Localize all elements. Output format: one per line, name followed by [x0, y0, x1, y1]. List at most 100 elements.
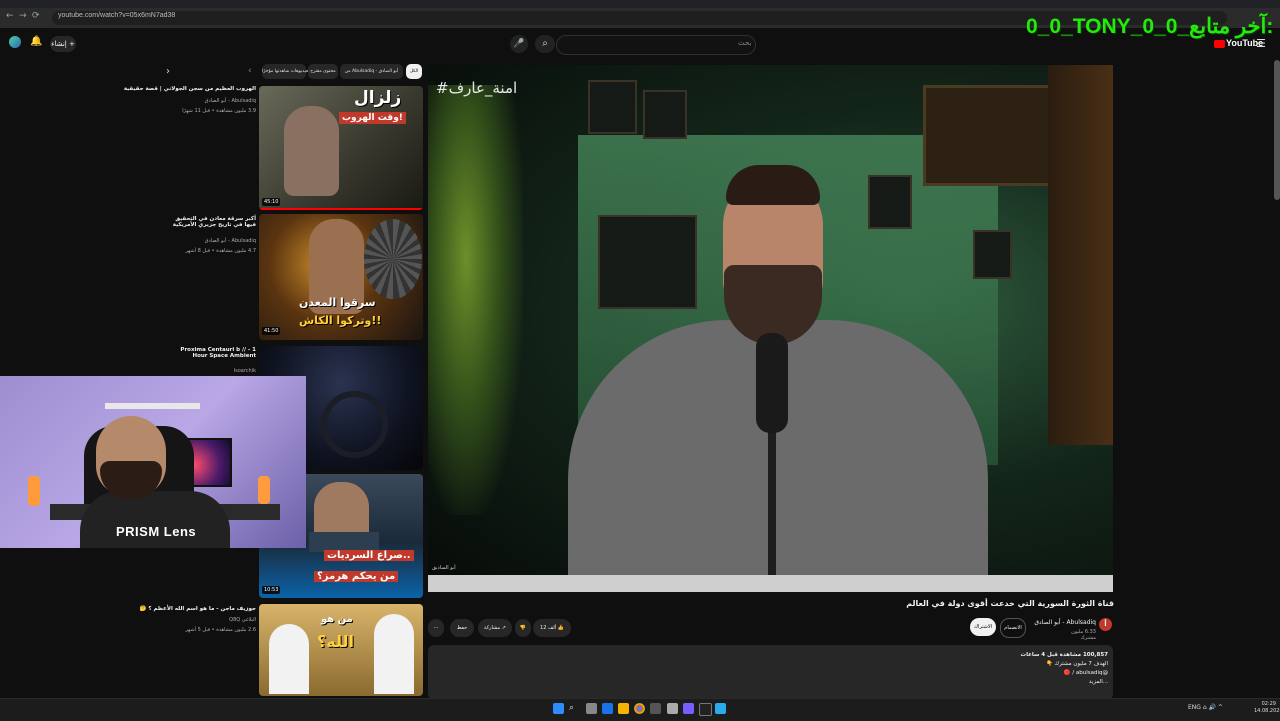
save-label: حفظ: [456, 625, 468, 631]
youtube-logo-icon[interactable]: [1214, 40, 1225, 48]
thumb-person: [374, 614, 414, 694]
back-icon[interactable]: ←: [6, 11, 14, 21]
thumb-portal: [321, 391, 388, 458]
webcam-person-shirt: [80, 491, 230, 548]
related-title[interactable]: Proxima Centauri b // - 1 Hour Space Amb…: [166, 347, 256, 359]
edge-icon[interactable]: [602, 703, 613, 714]
webcam-shelf: [105, 403, 200, 409]
thumb-text: وقت الهروب!: [339, 112, 406, 124]
page-scrollbar[interactable]: [1274, 60, 1280, 200]
clock-time: 02:29: [1261, 701, 1276, 707]
thumbs-down-icon: 👎: [519, 625, 527, 631]
wall-frame: [973, 230, 1012, 279]
thumb-text: من يحكم هرمز؟: [314, 571, 399, 582]
thumb-text: من هو: [321, 614, 353, 625]
wall-frame: [588, 80, 637, 134]
show-more-link[interactable]: ...المزيد: [900, 679, 1108, 685]
join-button[interactable]: الانضمام: [1000, 618, 1026, 638]
related-title[interactable]: جوزيف ماجن - ما هو اسم الله الأعظم ؟ 🤔: [140, 606, 256, 612]
search-button[interactable]: ⌕: [535, 35, 555, 53]
webcam-lamp: [258, 476, 270, 504]
taskbar-clock[interactable]: 02:29 14.08.2026: [1254, 701, 1280, 715]
subscribe-button[interactable]: الاشتراك: [970, 618, 996, 636]
chip-all[interactable]: الكل: [406, 64, 422, 79]
taskbar-app-icon[interactable]: [683, 703, 694, 714]
taskbar-app-icon[interactable]: [699, 703, 712, 716]
taskbar-app-icon[interactable]: [650, 703, 661, 714]
thumb-text: الله؟: [317, 632, 355, 651]
channel-avatar[interactable]: أ: [1099, 618, 1112, 631]
notifications-bell-icon[interactable]: 🔔: [30, 36, 42, 47]
shelf: [1048, 65, 1113, 445]
system-tray[interactable]: ENG ⌂ 🔊 ^: [1188, 704, 1223, 711]
channel-name[interactable]: Abulsadiq - أبو الصادق: [1034, 619, 1096, 626]
video-title: قناة الثورة السورية التي خدعت أقوى دولة …: [906, 599, 1114, 608]
related-channel[interactable]: Isoarchik: [234, 368, 256, 374]
avatar[interactable]: [9, 36, 21, 48]
like-count: 12 ألف: [540, 625, 557, 631]
chip-next-icon[interactable]: ›: [166, 66, 170, 77]
related-meta: 4.7 مليون مشاهدة • قبل 8 أشهر: [185, 248, 256, 254]
thumb-text: وتركوا الكاش!!: [299, 314, 382, 327]
share-label: مشاركة: [484, 625, 501, 631]
webcam-label: PRISM Lens: [116, 524, 197, 539]
mic-stand: [768, 415, 776, 592]
related-meta: 3.9 مليون مشاهدة • قبل 11 شهرًا: [182, 108, 256, 114]
chip-from-channel[interactable]: من Abulsadiq - أبو الصادق: [340, 64, 403, 79]
related-thumbnail[interactable]: زلزال وقت الهروب! 45:10: [259, 86, 423, 210]
search-input[interactable]: [556, 35, 756, 55]
related-channel[interactable]: Abulsadiq - أبو الصادق: [205, 238, 256, 244]
stream-overlay-title: 0_0_TONY_0_0_آخر متابع:: [1026, 15, 1274, 38]
related-channel[interactable]: Abulsadiq - أبو الصادق: [205, 98, 256, 104]
view-count: 100,857 مشاهدة قبل 4 ساعات: [1020, 652, 1108, 658]
webcam-lamp: [28, 476, 40, 506]
duration-badge: 41:50: [262, 327, 281, 335]
telegram-icon[interactable]: [715, 703, 726, 714]
chip-prev-icon[interactable]: ‹: [248, 66, 252, 76]
related-title[interactable]: أكبر سرقة معادن في التحقيق فيها في تاريخ…: [166, 216, 256, 228]
wall-frame: [868, 175, 912, 229]
create-label: إنشاء: [51, 40, 67, 48]
save-button[interactable]: حفظ: [450, 619, 474, 637]
chip-recently-watched[interactable]: فيديوهات شاهدتها مؤخرًا: [262, 64, 308, 79]
plant: [428, 85, 523, 515]
share-button[interactable]: مشاركة ↗: [478, 619, 512, 637]
taskbar-app-icon[interactable]: [667, 703, 678, 714]
chip-suggested[interactable]: محتوى مقترح: [308, 64, 338, 79]
thumb-vault: [364, 219, 422, 299]
thumbs-up-icon: 👍: [557, 625, 564, 631]
create-button[interactable]: إنشاء +: [50, 36, 76, 52]
presenter-hair: [726, 165, 820, 205]
duration-badge: 45:10: [262, 198, 281, 206]
voice-search-mic-icon[interactable]: 🎤: [510, 35, 528, 53]
dislike-button[interactable]: 👎: [515, 619, 531, 637]
thumb-text: صراع السرديات..: [324, 550, 414, 561]
webcam-overlay: PRISM Lens: [0, 376, 306, 548]
description-line[interactable]: @abulsadiq / 🔴: [900, 670, 1108, 676]
reload-icon[interactable]: ⟳: [32, 11, 40, 21]
share-icon: ↗: [501, 625, 506, 631]
task-view-icon[interactable]: [586, 703, 597, 714]
thumb-person: [284, 106, 339, 196]
chrome-icon[interactable]: [634, 703, 645, 714]
video-player[interactable]: #امنة_عارف أبو الساديق: [428, 65, 1113, 592]
forward-icon[interactable]: →: [19, 11, 27, 21]
microphone: [756, 333, 788, 433]
video-hashtag: #امنة_عارف: [436, 79, 518, 97]
related-thumbnail[interactable]: من هو الله؟: [259, 604, 423, 696]
search-taskbar-icon[interactable]: ⌕: [569, 703, 580, 714]
related-meta: 2.6 مليون مشاهدة • قبل 5 أشهر: [185, 627, 256, 633]
description-line: الهدف 7 مليون مشترك 👇: [1045, 661, 1108, 667]
related-thumbnail[interactable]: سرقوا المعدن وتركوا الكاش!! 41:50: [259, 214, 423, 340]
related-channel[interactable]: البلاغي Q8Q: [229, 617, 256, 623]
world-map-frame: [923, 85, 1059, 186]
thumb-person: [269, 624, 309, 694]
thumb-text: سرقوا المعدن: [299, 296, 376, 309]
watch-progress-bar: [259, 208, 423, 210]
more-actions-button[interactable]: ⋯: [428, 619, 444, 637]
subscriber-count: 6.33 مليون مشترك: [1071, 629, 1096, 641]
start-menu-icon[interactable]: [553, 703, 564, 714]
related-title[interactable]: الهروب العظيم من سجن الجولاني | قصة حقيق…: [124, 86, 256, 92]
file-explorer-icon[interactable]: [618, 703, 629, 714]
like-button[interactable]: 12 ألف 👍: [533, 619, 571, 637]
